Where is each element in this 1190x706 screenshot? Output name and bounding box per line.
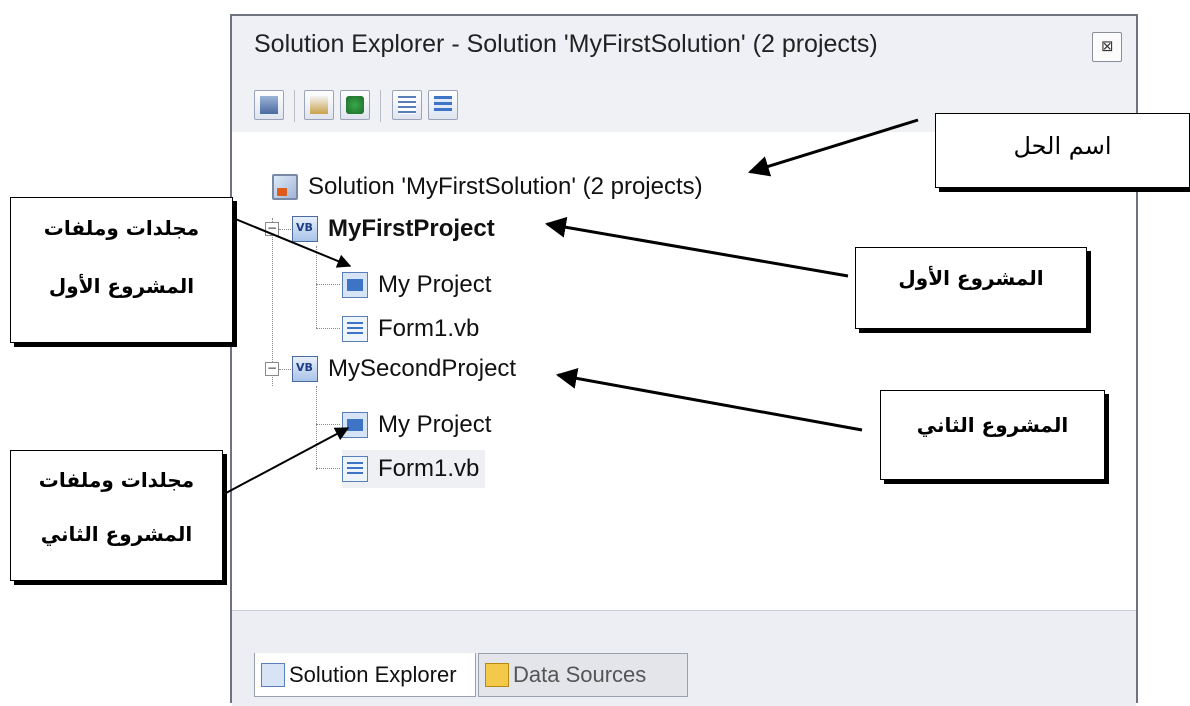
toolbar-separator — [294, 90, 295, 122]
solution-tree: − − Solution 'MyFirstSolution' (2 projec… — [232, 132, 1136, 610]
properties-icon — [260, 96, 278, 114]
view-designer-icon — [434, 96, 452, 114]
solution-explorer-icon — [261, 662, 285, 687]
tree-item-form1[interactable]: Form1.vb — [342, 310, 479, 348]
callout-text: المشروع الأول — [48, 274, 195, 298]
tree-connector — [316, 328, 340, 329]
tree-connector — [279, 369, 291, 370]
tab-data-sources[interactable]: Data Sources — [478, 653, 688, 697]
my-project-icon — [342, 412, 368, 438]
refresh-icon — [346, 96, 364, 114]
tree-item-form1[interactable]: Form1.vb — [342, 450, 486, 488]
tree-item-label: Form1.vb — [378, 315, 480, 342]
tree-item-my-project[interactable]: My Project — [342, 266, 491, 304]
callout-first-project-files: مجلدات وملفات المشروع الأول — [10, 197, 233, 343]
callout-text: مجلدات وملفات — [38, 468, 195, 492]
vb-project-icon — [292, 216, 318, 242]
tree-connector — [279, 229, 291, 230]
view-designer-button[interactable] — [428, 90, 458, 120]
callout-text: المشروع الأول — [898, 266, 1044, 290]
callout-second-project-files: مجلدات وملفات المشروع الثاني — [10, 450, 223, 581]
close-button[interactable]: ⊠ — [1092, 32, 1122, 62]
form-file-icon — [342, 316, 368, 342]
tree-item-label: Form1.vb — [378, 455, 480, 482]
show-all-files-icon — [310, 96, 328, 114]
callout-text: اسم الحل — [1013, 132, 1112, 160]
callout-first-project: المشروع الأول — [855, 247, 1087, 329]
toolbar-separator — [380, 90, 381, 122]
title-bar: Solution Explorer - Solution 'MyFirstSol… — [232, 16, 1136, 81]
window-title: Solution Explorer - Solution 'MyFirstSol… — [254, 30, 878, 58]
view-code-button[interactable] — [392, 90, 422, 120]
tree-item-label: My Project — [378, 411, 492, 438]
tab-label: Data Sources — [513, 662, 647, 687]
callout-second-project: المشروع الثاني — [880, 390, 1105, 480]
solution-icon — [272, 174, 298, 200]
tree-connector — [316, 468, 340, 469]
form-file-icon — [342, 456, 368, 482]
callout-text: مجلدات وملفات — [43, 216, 200, 240]
tree-item-solution[interactable]: Solution 'MyFirstSolution' (2 projects) — [272, 168, 703, 206]
show-all-files-button[interactable] — [304, 90, 334, 120]
data-sources-icon — [485, 663, 509, 687]
tree-item-label: MySecondProject — [328, 355, 517, 382]
vb-project-icon — [292, 356, 318, 382]
tree-item-label: My Project — [378, 271, 492, 298]
my-project-icon — [342, 272, 368, 298]
expand-toggle-project2[interactable]: − — [265, 362, 279, 376]
tree-item-project2[interactable]: MySecondProject — [292, 350, 516, 388]
tree-item-label: MyFirstProject — [328, 215, 495, 242]
tree-connector — [316, 386, 317, 470]
properties-button[interactable] — [254, 90, 284, 120]
tree-item-my-project[interactable]: My Project — [342, 406, 491, 444]
callout-text: المشروع الثاني — [40, 522, 193, 546]
tab-solution-explorer[interactable]: Solution Explorer — [254, 653, 476, 697]
tree-connector — [316, 284, 340, 285]
tree-connector — [316, 246, 317, 328]
expand-toggle-project1[interactable]: − — [265, 222, 279, 236]
tab-label: Solution Explorer — [289, 661, 457, 687]
callout-solution-name: اسم الحل — [935, 113, 1190, 188]
tree-item-project1[interactable]: MyFirstProject — [292, 210, 495, 248]
tab-strip: Solution Explorer Data Sources — [232, 610, 1136, 706]
close-icon: ⊠ — [1101, 37, 1114, 55]
callout-text: المشروع الثاني — [916, 413, 1069, 437]
refresh-button[interactable] — [340, 90, 370, 120]
view-code-icon — [398, 96, 416, 114]
tree-item-label: Solution 'MyFirstSolution' (2 projects) — [308, 173, 703, 200]
tree-connector — [316, 424, 340, 425]
